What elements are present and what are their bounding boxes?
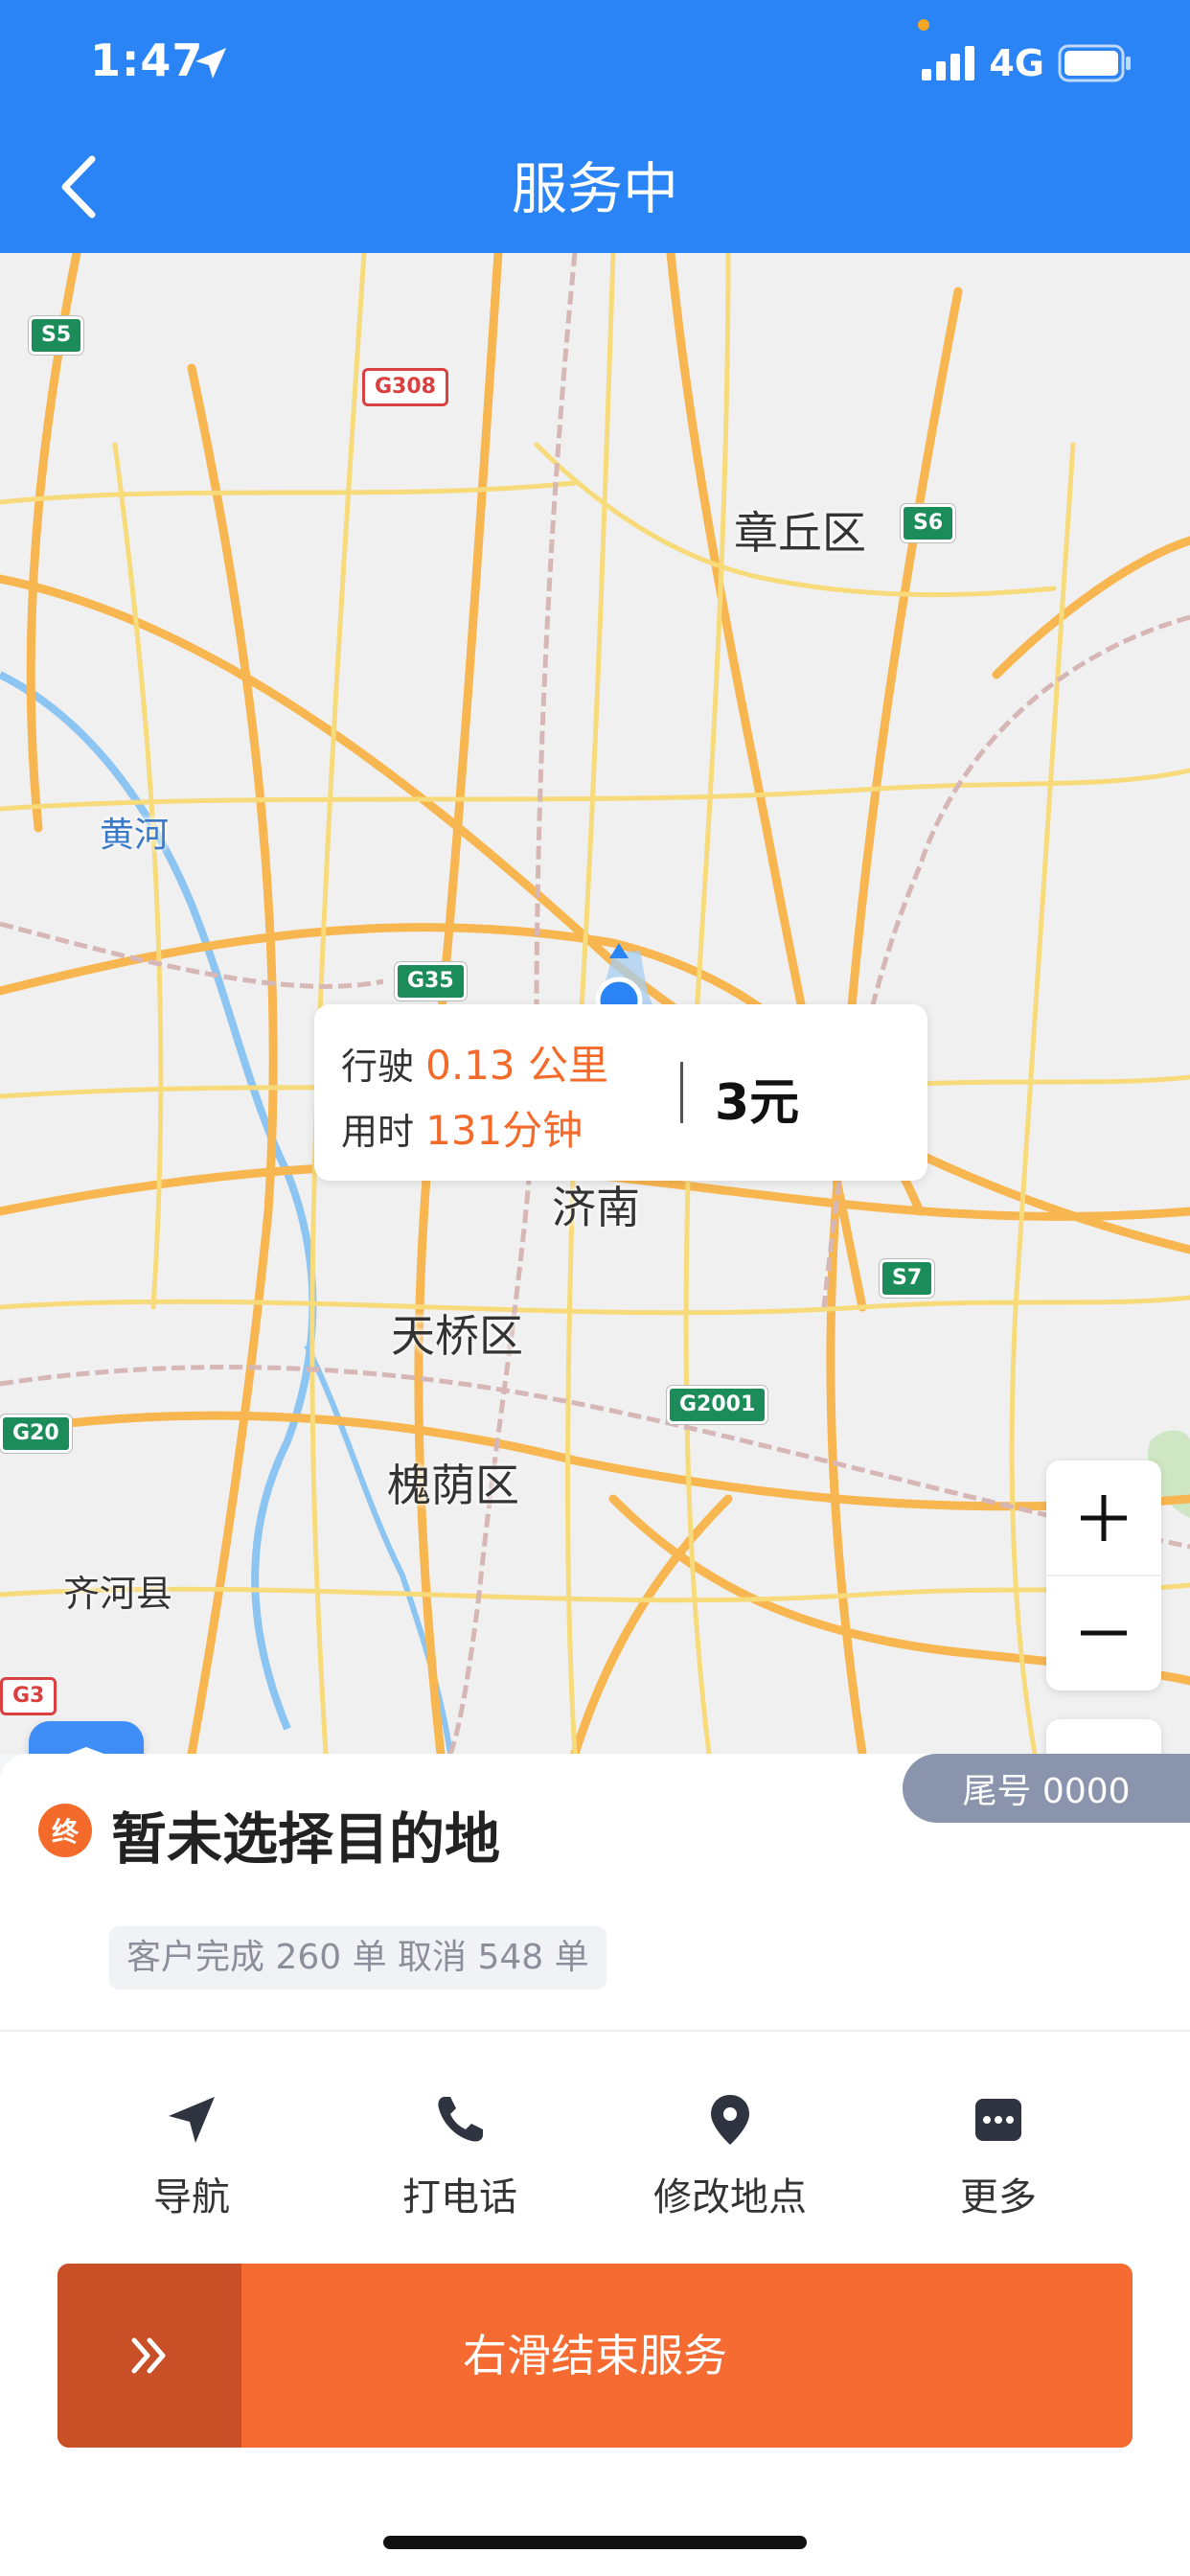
road-shield-s7: S7: [880, 1259, 935, 1298]
place-label-qihe: 齐河县: [63, 1573, 173, 1615]
plus-icon: [1081, 1495, 1127, 1541]
zoom-controls: [1046, 1460, 1161, 1690]
more-label: 更多: [960, 2175, 1037, 2220]
panel-divider: [0, 2030, 1190, 2032]
duration-row: 用时 131分钟: [341, 1098, 583, 1157]
place-label-zhangqiu: 章丘区: [734, 507, 866, 559]
location-arrow-icon: [195, 48, 226, 79]
edit-location-button[interactable]: 修改地点: [634, 2091, 826, 2221]
place-label-tianqiao: 天桥区: [391, 1310, 523, 1362]
call-button[interactable]: 打电话: [364, 2091, 556, 2221]
page-title: 服务中: [511, 156, 678, 221]
minus-icon: [1081, 1630, 1127, 1636]
customer-stats: 客户完成 260 单 取消 548 单: [109, 1926, 606, 1990]
distance-row: 行驶 0.13 公里: [341, 1033, 608, 1092]
road-shield-g3: G3: [0, 1677, 57, 1715]
distance-label: 行驶: [341, 1046, 415, 1088]
trip-info-card: 行驶 0.13 公里 用时 131分钟 3元: [314, 1004, 927, 1181]
route-button[interactable]: [1046, 1719, 1161, 1754]
status-time: 1:47: [90, 34, 204, 86]
road-shield-g20: G20: [0, 1414, 72, 1453]
network-label: 4G: [989, 42, 1044, 84]
road-shield-g35: G35: [395, 962, 467, 1000]
location-pin-icon: [711, 2095, 749, 2145]
zoom-in-button[interactable]: [1046, 1460, 1161, 1576]
duration-value: 131分钟: [425, 1107, 584, 1154]
road-shield-g2001: G2001: [667, 1386, 768, 1424]
recording-dot: [918, 19, 929, 31]
phone-icon: [438, 2097, 483, 2142]
place-label-huanghe: 黄河: [100, 816, 170, 855]
zoom-out-button[interactable]: [1046, 1576, 1161, 1690]
status-right: 4G: [922, 42, 1133, 84]
end-service-slider[interactable]: 右滑结束服务: [57, 2264, 1133, 2448]
distance-value: 0.13 公里: [425, 1042, 608, 1089]
place-label-jinan: 济南: [552, 1182, 640, 1233]
navigation-button[interactable]: 导航: [96, 2091, 287, 2221]
top-bar: 1:47 4G 服务中: [0, 0, 1190, 253]
edit-location-label: 修改地点: [653, 2175, 807, 2220]
double-chevron-right-icon: [131, 2337, 166, 2374]
safety-button[interactable]: [29, 1721, 144, 1754]
navigation-label: 导航: [153, 2175, 230, 2220]
safety-shield-icon: [68, 1747, 104, 1754]
map-view[interactable]: S5 G308 S6 G35 S7 G2001 G20 G3 章丘区 黄河 济南…: [0, 253, 1190, 1754]
road-shield-s6: S6: [901, 504, 956, 542]
navigation-icon: [169, 2097, 215, 2143]
home-indicator: [383, 2536, 807, 2549]
plate-badge: 尾号 0000: [903, 1754, 1190, 1823]
battery-icon: [1058, 44, 1131, 82]
road-shield-g308: G308: [362, 368, 448, 406]
road-shield-s5: S5: [29, 316, 84, 355]
slider-handle[interactable]: [57, 2264, 241, 2448]
more-button[interactable]: 更多: [903, 2091, 1094, 2221]
destination-badge: 终: [38, 1804, 92, 1857]
fare-value: 3元: [715, 1074, 800, 1132]
place-label-huaiyin: 槐荫区: [387, 1460, 519, 1511]
duration-label: 用时: [341, 1111, 415, 1153]
more-icon: [975, 2099, 1021, 2141]
call-label: 打电话: [402, 2175, 517, 2220]
signal-icon: [922, 46, 975, 80]
destination-text[interactable]: 暂未选择目的地: [111, 1794, 500, 1874]
map-roads: [0, 253, 1190, 1754]
info-divider: [680, 1062, 683, 1123]
